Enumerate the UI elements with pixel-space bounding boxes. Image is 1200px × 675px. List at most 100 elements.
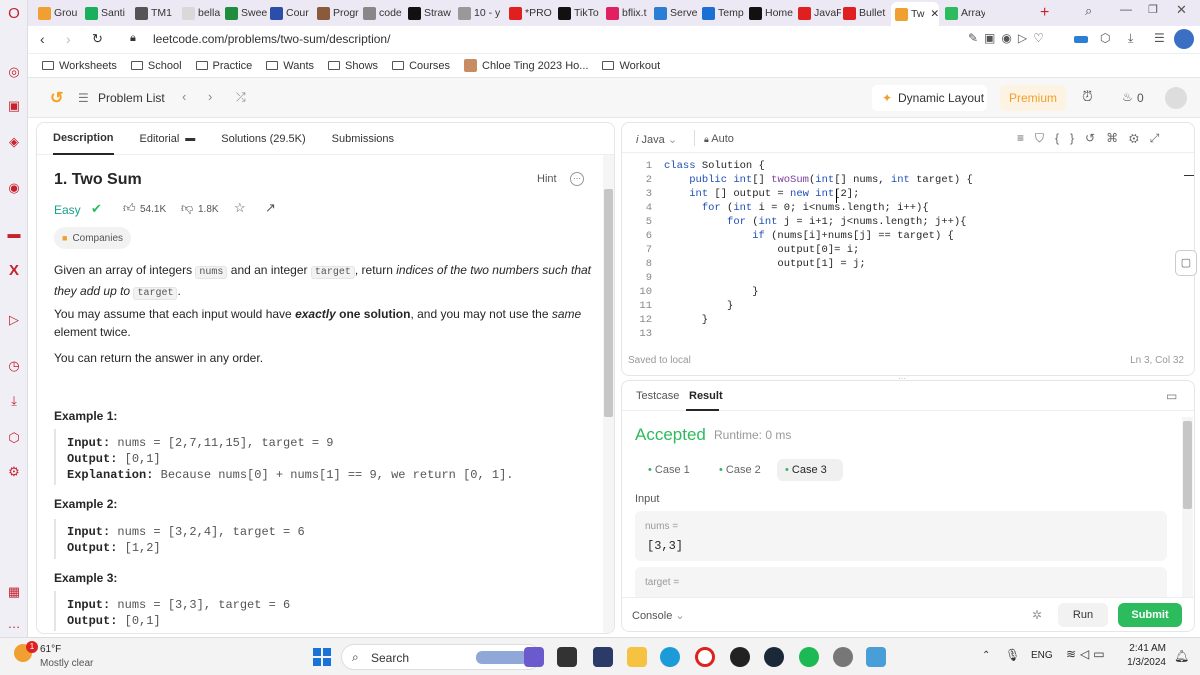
lock-icon[interactable]: 🔒︎	[130, 32, 136, 45]
share-icon[interactable]: ↗	[265, 200, 276, 216]
case-2-tab[interactable]: • Case 2	[711, 459, 769, 481]
opera-taskbar-icon[interactable]	[695, 647, 715, 667]
weather-desc[interactable]: Mostly clear	[40, 658, 93, 669]
companies-tag[interactable]: ■ Companies	[54, 227, 132, 249]
code-area[interactable]: 1 class Solution {2 public int[] twoSum(i…	[622, 159, 1194, 343]
app-icon[interactable]	[866, 647, 886, 667]
profile-avatar[interactable]	[1174, 29, 1194, 49]
bookmark-item[interactable]: School	[130, 60, 182, 72]
clock-date[interactable]: 1/3/2024	[1120, 657, 1166, 668]
browser-tab[interactable]: bflix.t	[606, 3, 652, 23]
wallet-icon[interactable]: ▦	[6, 584, 22, 600]
more-dots-icon[interactable]: …	[6, 616, 22, 632]
store-icon[interactable]	[593, 647, 613, 667]
spotify-icon[interactable]	[799, 647, 819, 667]
streak-fire-icon[interactable]: ♨	[1122, 90, 1133, 104]
browser-tab[interactable]: Tw ✕	[891, 2, 939, 26]
tab-submissions[interactable]: Submissions	[332, 123, 394, 155]
browser-tab[interactable]: Swee	[225, 3, 268, 23]
notification-bell-icon[interactable]: 🔔︎	[1174, 649, 1189, 663]
description-scroll-thumb[interactable]	[604, 189, 613, 417]
prev-problem-icon[interactable]: ‹	[182, 89, 186, 104]
discord-icon[interactable]: ▬	[6, 226, 22, 242]
tab-solutions[interactable]: Solutions (29.5K)	[221, 123, 305, 155]
bookmark-item[interactable]: Wants	[266, 60, 314, 72]
problem-list-link[interactable]: Problem List	[98, 91, 165, 105]
task-view-icon[interactable]	[557, 647, 577, 667]
shuffle-icon[interactable]: ⤮	[236, 90, 246, 105]
tab-result[interactable]: Result	[689, 390, 723, 402]
run-button[interactable]: Run	[1058, 603, 1108, 627]
windows-start-icon[interactable]	[313, 648, 331, 666]
browser-tab[interactable]: Serve	[654, 3, 700, 23]
bookmark-item[interactable]: Shows	[328, 60, 378, 72]
submit-button[interactable]: Submit	[1118, 603, 1182, 627]
copilot-icon[interactable]	[524, 647, 544, 667]
alarm-clock-icon[interactable]: ⏰︎	[1082, 88, 1093, 105]
like-icon[interactable]: 👍︎	[123, 201, 136, 216]
browser-tab[interactable]: Straw	[408, 3, 456, 23]
browser-tab[interactable]: Temp	[702, 3, 747, 23]
edge-icon[interactable]	[660, 647, 680, 667]
speed-dial-icon[interactable]: ◎	[6, 64, 22, 80]
panel-layout-icon[interactable]: ▭	[1166, 389, 1177, 403]
player-icon[interactable]: ▷	[6, 312, 22, 328]
extensions-icon[interactable]: ⬡	[6, 430, 22, 446]
steam-icon[interactable]	[764, 647, 784, 667]
case-1-tab[interactable]: • Case 1	[640, 459, 698, 481]
github-icon[interactable]	[730, 647, 750, 667]
bag-icon[interactable]: ▣	[6, 98, 22, 114]
auto-mode-toggle[interactable]: 🔒︎ Auto	[704, 133, 734, 145]
taskbar-search-box[interactable]: ⌕ Search	[341, 644, 541, 670]
new-tab-icon[interactable]: +	[1040, 4, 1049, 22]
download-icon[interactable]: ⤓	[1128, 31, 1133, 46]
opera-logo-icon[interactable]: O	[6, 6, 22, 22]
result-scrollbar[interactable]	[1182, 417, 1193, 597]
description-scrollbar[interactable]	[603, 155, 614, 633]
browser-tab[interactable]: bella	[182, 3, 223, 23]
language-indicator[interactable]: ENG	[1031, 650, 1053, 661]
close-window-icon[interactable]: ✕	[1176, 2, 1187, 18]
console-toggle[interactable]: Console ⌄	[632, 609, 685, 622]
browser-tab[interactable]: Bullet	[843, 3, 889, 23]
bookmark-item[interactable]: Practice	[195, 60, 252, 72]
debug-bug-icon[interactable]: ✲	[1032, 608, 1042, 622]
result-scroll-thumb[interactable]	[1183, 421, 1192, 509]
next-problem-icon[interactable]: ›	[208, 89, 212, 104]
case-3-tab[interactable]: • Case 3	[777, 459, 843, 481]
bookmark-item[interactable]: Workout	[602, 60, 660, 72]
messenger-icon[interactable]: ◉	[6, 180, 22, 196]
address-actions-icons[interactable]: ✎▣◉▷♡	[968, 31, 1050, 45]
settings-gear-icon[interactable]: ⚙	[6, 464, 22, 480]
extension-icon[interactable]	[1074, 36, 1088, 43]
close-tab-icon[interactable]: ✕	[930, 8, 939, 20]
minimize-icon[interactable]: —	[1120, 2, 1132, 16]
favorite-star-icon[interactable]: ☆	[234, 200, 246, 216]
back-icon[interactable]: ‹	[40, 31, 45, 47]
tab-description[interactable]: Description	[53, 123, 114, 155]
tab-testcase[interactable]: Testcase	[636, 390, 679, 402]
bookmark-item[interactable]: Chloe Ting 2023 Ho...	[464, 59, 588, 72]
x-twitter-icon[interactable]: X	[6, 263, 22, 279]
browser-tab[interactable]: 10 - y	[458, 3, 507, 23]
browser-tab[interactable]: Santi	[85, 3, 133, 23]
url-field[interactable]: leetcode.com/problems/two-sum/descriptio…	[153, 32, 390, 46]
tray-chevron-icon[interactable]: ⌃	[982, 650, 990, 661]
easy-setup-icon[interactable]: ☰	[1154, 31, 1165, 45]
browser-tab[interactable]: TikTo	[558, 3, 604, 23]
bookmark-item[interactable]: Courses	[392, 60, 450, 72]
file-explorer-icon[interactable]	[627, 647, 647, 667]
maximize-icon[interactable]: ❐	[1148, 3, 1158, 16]
browser-tab[interactable]: Grou	[38, 3, 83, 23]
browser-tab[interactable]: *PRO	[509, 3, 556, 23]
tab-editorial[interactable]: Editorial ▬	[140, 123, 196, 155]
aria-icon[interactable]: ◈	[6, 134, 22, 150]
user-avatar[interactable]	[1165, 87, 1187, 109]
history-icon[interactable]: ◷	[6, 358, 22, 374]
hint-link[interactable]: Hint	[537, 173, 557, 185]
forward-icon[interactable]: ›	[66, 31, 71, 47]
floating-note-icon[interactable]: ▢	[1175, 250, 1197, 276]
downloads-icon[interactable]: ⤓	[6, 393, 22, 409]
weather-temp[interactable]: 61°F	[40, 644, 61, 655]
panel-resize-handle[interactable]: ···	[898, 374, 906, 383]
